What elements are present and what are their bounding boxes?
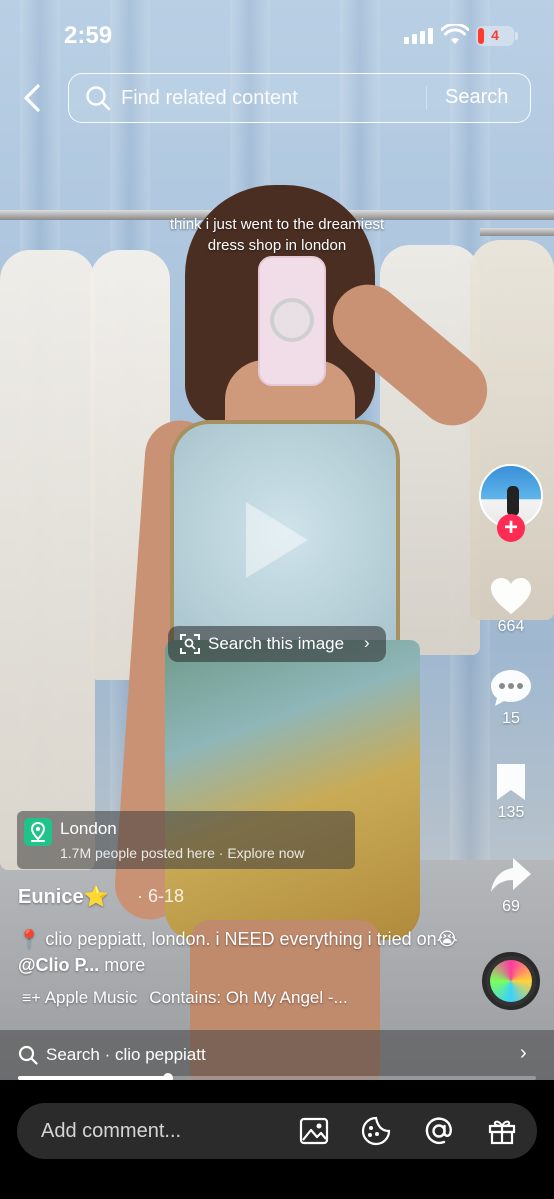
phone-grip — [270, 298, 314, 342]
play-icon[interactable] — [246, 502, 308, 578]
signal-icon — [404, 28, 433, 44]
search-icon — [18, 1045, 38, 1065]
share-icon — [491, 858, 531, 892]
battery-percent: 4 — [491, 27, 499, 43]
search-icon — [86, 86, 111, 111]
description-text: 📍 clio peppiatt, london. i NEED everythi… — [18, 929, 458, 949]
video-player[interactable] — [0, 0, 554, 1080]
search-bar[interactable]: Search — [68, 73, 531, 123]
battery-cap — [515, 32, 518, 40]
location-chip[interactable]: London 1.7M people posted here · Explore… — [17, 811, 355, 869]
comment-button[interactable]: 15 — [480, 668, 542, 728]
status-bar: 2:59 4 — [0, 0, 554, 70]
like-button[interactable]: 664 — [480, 576, 542, 636]
phone — [258, 256, 326, 386]
follow-button[interactable]: + — [497, 514, 525, 542]
post-date: · 6-18 — [137, 886, 185, 906]
more-button[interactable]: more — [99, 955, 145, 975]
scan-image-icon — [180, 634, 200, 654]
star-icon: ⭐ — [83, 886, 109, 908]
battery-icon: 4 — [476, 26, 514, 46]
music-label: Apple Music — [44, 988, 138, 1007]
music-info[interactable]: ≡+ Apple Music Contains: Oh My Angel -... — [22, 988, 348, 1008]
back-icon[interactable] — [16, 80, 50, 116]
save-count: 135 — [497, 804, 525, 821]
music-disc[interactable] — [482, 952, 540, 1010]
author-name-text: Eunice — [18, 886, 84, 908]
chevron-right-icon: › — [364, 633, 370, 652]
dress-skirt — [165, 640, 420, 940]
comment-icon — [491, 670, 531, 706]
comment-input[interactable] — [41, 1117, 291, 1145]
status-time: 2:59 — [64, 22, 113, 49]
search-divider — [426, 86, 427, 110]
wifi-icon — [441, 24, 469, 44]
clothing-rail — [480, 228, 554, 236]
search-button[interactable]: Search — [445, 86, 508, 109]
dress — [0, 250, 95, 870]
music-list-icon: ≡+ — [22, 990, 41, 1007]
emoji-icon[interactable] — [361, 1116, 391, 1146]
music-album-art — [490, 960, 532, 1002]
avatar-figure — [507, 486, 519, 516]
image-icon[interactable] — [299, 1116, 329, 1146]
search-this-image-button[interactable]: Search this image › — [168, 626, 386, 662]
search-this-image-label: Search this image — [208, 634, 345, 653]
search-input[interactable] — [121, 84, 421, 112]
comment-bar[interactable] — [17, 1103, 537, 1159]
heart-icon — [491, 578, 531, 614]
video-description: 📍 clio peppiatt, london. i NEED everythi… — [18, 926, 458, 978]
bookmark-icon — [497, 764, 525, 800]
mention-link[interactable]: @Clio P... — [18, 955, 99, 975]
location-name: London — [60, 819, 117, 838]
like-count: 664 — [497, 618, 525, 635]
related-search-bar[interactable]: Search · clio peppiatt › — [0, 1030, 554, 1080]
dress — [470, 240, 554, 620]
author-name[interactable]: Eunice⭐ — [18, 884, 108, 909]
share-button[interactable]: 69 — [480, 856, 542, 916]
video-caption: think i just went to the dreamiest dress… — [169, 216, 385, 254]
share-count: 69 — [502, 898, 520, 915]
chevron-right-icon: › — [520, 1042, 527, 1064]
save-button[interactable]: 135 — [480, 762, 542, 822]
comment-count: 15 — [502, 710, 520, 727]
gift-icon[interactable] — [487, 1116, 517, 1146]
music-contains: Contains: Oh My Angel -... — [149, 988, 348, 1007]
related-search-text: Search · clio peppiatt — [46, 1045, 206, 1064]
at-icon[interactable] — [424, 1116, 454, 1146]
location-pin-icon — [24, 818, 52, 846]
location-subtitle: 1.7M people posted here · Explore now — [60, 845, 305, 861]
post-date-text: 6-18 — [148, 886, 185, 906]
